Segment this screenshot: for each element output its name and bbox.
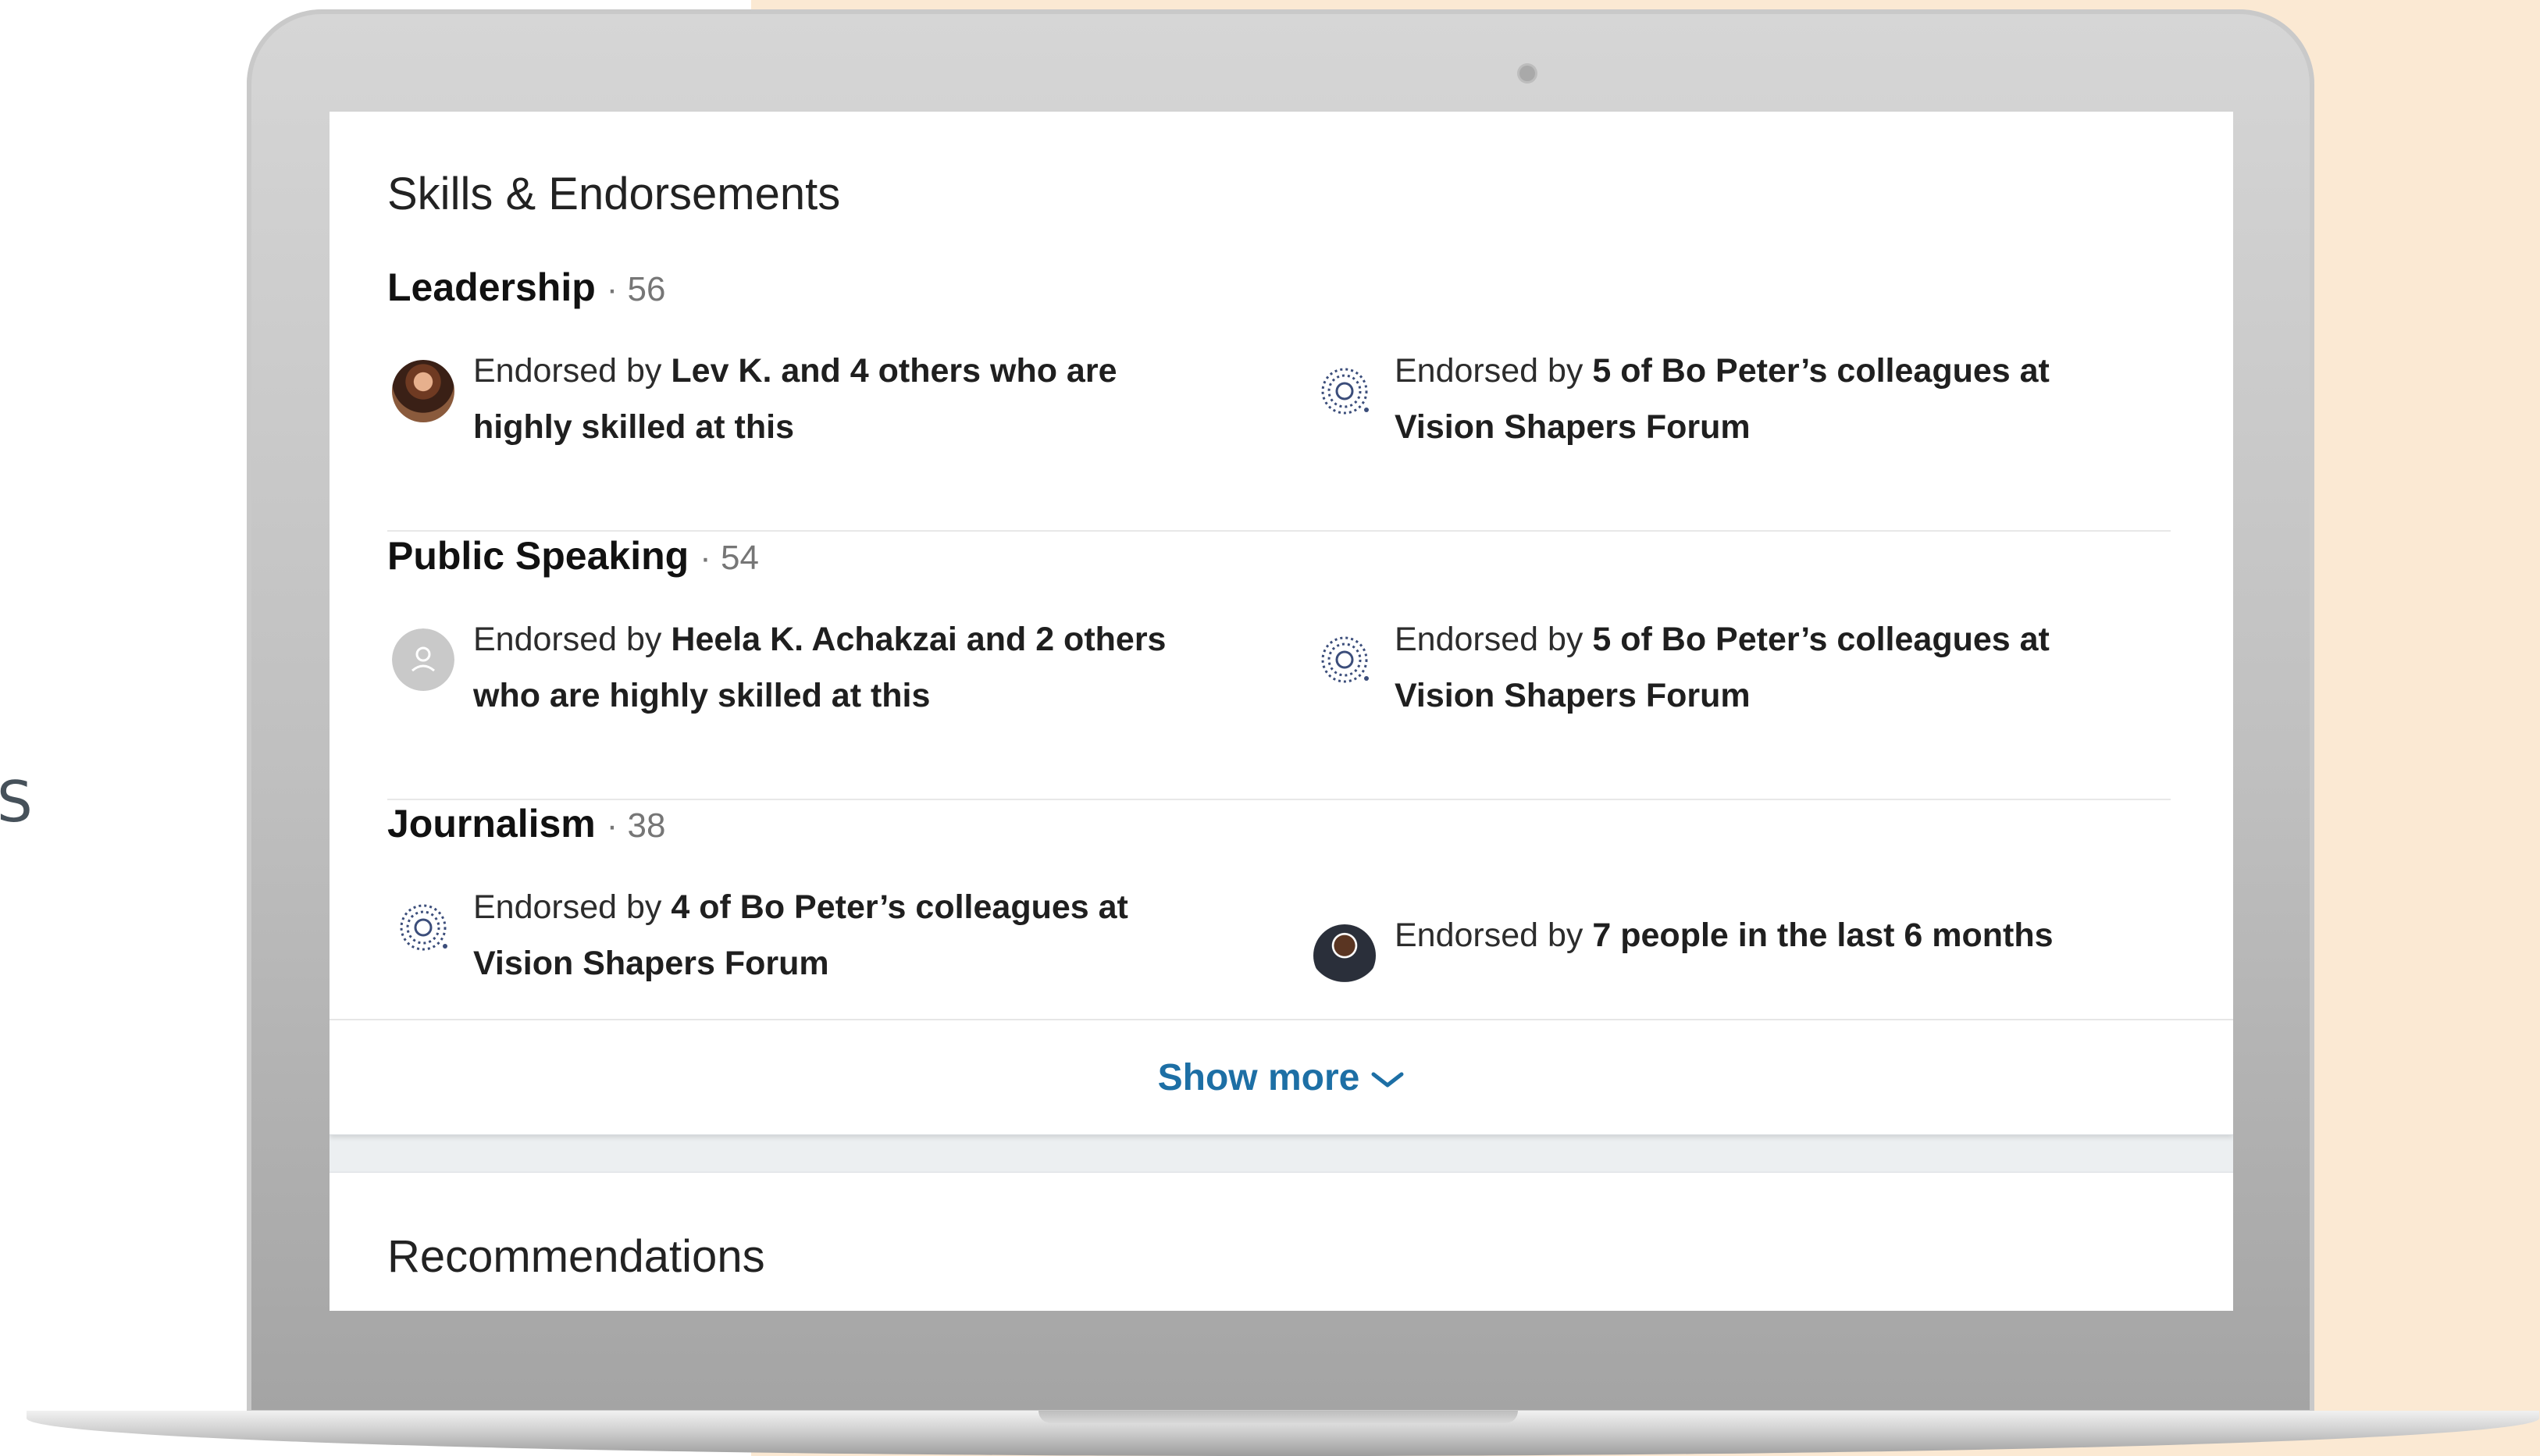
skill-header: Public Speaking · 54 xyxy=(387,533,759,578)
endorsement-count: · 38 xyxy=(606,806,666,845)
endorsement-text: Endorsed by Lev K. and 4 others who are … xyxy=(473,352,1117,446)
default-avatar-icon[interactable] xyxy=(392,628,454,691)
endorsement-count: · 54 xyxy=(700,539,759,577)
recommendations-title: Recommendations xyxy=(387,1231,765,1282)
show-more-bar: Show more xyxy=(330,1019,2233,1136)
laptop-base-notch xyxy=(1038,1411,1518,1423)
company-logo-icon xyxy=(1321,636,1369,683)
skill-name-link[interactable]: Leadership xyxy=(387,265,596,309)
skill-journalism: Journalism · 38 Endorsed by 4 of Bo Pete… xyxy=(387,801,2171,1004)
chevron-down-icon xyxy=(1371,1072,1404,1088)
skills-card: Skills & Endorsements Leadership · 56 En… xyxy=(330,112,2233,1135)
show-more-button[interactable]: Show more xyxy=(1158,1056,1405,1099)
background-text-fragment: S xyxy=(0,769,33,835)
endorsement-text: Endorsed by 5 of Bo Peter’s colleagues a… xyxy=(1395,352,2050,446)
skill-header: Journalism · 38 xyxy=(387,801,665,846)
laptop-screen: Skills & Endorsements Leadership · 56 En… xyxy=(330,112,2233,1311)
camera-icon xyxy=(1519,66,1535,81)
endorsement-text: Endorsed by 4 of Bo Peter’s colleagues a… xyxy=(473,888,1128,982)
skill-leadership: Leadership · 56 Endorsed by Lev K. and 4… xyxy=(387,265,2171,532)
skill-name-link[interactable]: Public Speaking xyxy=(387,534,689,578)
endorser-avatar[interactable] xyxy=(392,360,454,422)
endorsement-text: Endorsed by Heela K. Achakzai and 2 othe… xyxy=(473,621,1167,714)
skill-public-speaking: Public Speaking · 54 Endorsed by Heela K… xyxy=(387,533,2171,800)
card-title: Skills & Endorsements xyxy=(387,169,841,219)
endorser-avatar[interactable] xyxy=(1313,924,1376,987)
divider xyxy=(387,799,2171,800)
company-logo-icon xyxy=(400,904,447,951)
endorsement-text: Endorsed by 5 of Bo Peter’s colleagues a… xyxy=(1395,621,2050,714)
skill-name-link[interactable]: Journalism xyxy=(387,802,596,845)
company-logo-icon xyxy=(1321,368,1369,415)
endorsement-count: · 56 xyxy=(606,270,666,308)
skill-header: Leadership · 56 xyxy=(387,265,665,310)
divider xyxy=(387,530,2171,532)
recommendations-card: Recommendations xyxy=(330,1172,2233,1311)
endorsement-text: Endorsed by 7 people in the last 6 month… xyxy=(1395,917,2054,954)
